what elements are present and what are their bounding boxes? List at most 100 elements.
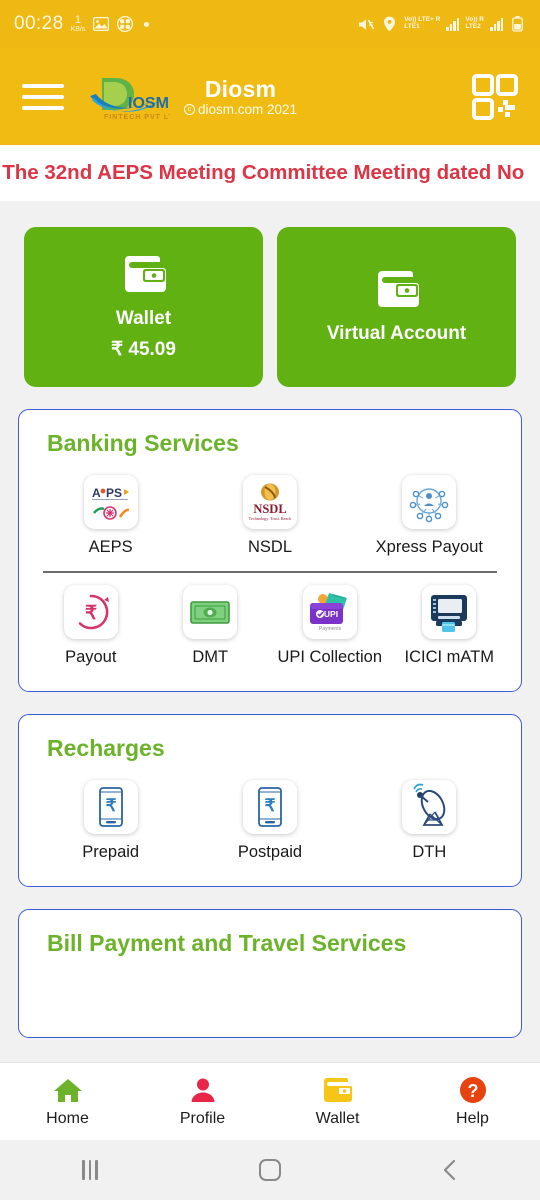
svg-text:₹: ₹ <box>85 603 97 624</box>
wallet-balance: ₹ 45.09 <box>111 338 176 360</box>
hamburger-menu-icon[interactable] <box>22 80 64 114</box>
service-label: UPI Collection <box>277 647 383 666</box>
svg-text:NSDL: NSDL <box>253 502 286 516</box>
upi-wallet-icon: UPI Payments <box>302 584 357 639</box>
app-subtitle-text: diosm.com 2021 <box>198 101 298 117</box>
recents-icon[interactable] <box>0 1160 180 1180</box>
svg-text:₹: ₹ <box>105 796 116 815</box>
svg-text:FINTECH PVT LTD: FINTECH PVT LTD <box>104 114 170 121</box>
service-label: AEPS <box>88 538 133 556</box>
home-circle-icon[interactable] <box>180 1159 360 1181</box>
sim1-label: LTE1 <box>404 23 420 30</box>
service-label: Postpaid <box>237 842 303 861</box>
back-chevron-icon[interactable] <box>360 1158 540 1182</box>
home-icon <box>53 1076 83 1104</box>
section-recharges: Recharges ₹ Prepaid ₹ Postpaid DTH <box>18 713 522 887</box>
page-title: Diosm <box>204 75 277 102</box>
wallet-icon <box>121 254 167 294</box>
wallet-icon <box>323 1076 353 1104</box>
atm-machine-icon <box>422 584 477 639</box>
virtual-account-card[interactable]: Virtual Account <box>277 227 516 387</box>
app-header: IOSM FINTECH PVT LTD Diosm c diosm.com 2… <box>0 48 540 145</box>
svg-text:Payments: Payments <box>319 626 342 632</box>
battery-icon <box>509 16 526 33</box>
service-label: DTH <box>412 842 447 861</box>
brand-area: IOSM FINTECH PVT LTD Diosm c diosm.com 2… <box>88 70 297 124</box>
service-xpress-payout[interactable]: Xpress Payout <box>350 463 509 567</box>
service-payout[interactable]: ₹ Payout <box>31 573 151 677</box>
service-label: Xpress Payout <box>375 538 483 556</box>
service-icici-matm[interactable]: ICICI mATM <box>390 573 510 677</box>
app-subtitle: c diosm.com 2021 <box>184 102 297 118</box>
location-icon <box>381 16 398 33</box>
svg-text:IOSM: IOSM <box>128 95 169 112</box>
app-screen: 00:28 1 KB/s Vo)) LTE+ R LTE1 Vo)) R LTE… <box>0 0 540 1200</box>
nsdl-logo-icon: NSDL Technology. Trust. Reach <box>242 475 297 529</box>
service-prepaid[interactable]: ₹ Prepaid <box>31 768 190 872</box>
sim2-signal-bars-icon <box>490 17 503 31</box>
banking-services-row-1: A PS AEPS NSDL Technology. Trust. Reach … <box>31 463 509 567</box>
main-content: Wallet ₹ 45.09 Virtual Account Banking S… <box>0 201 540 1200</box>
nav-label: Profile <box>179 1109 226 1127</box>
status-bar: 00:28 1 KB/s Vo)) LTE+ R LTE1 Vo)) R LTE… <box>0 0 540 48</box>
satellite-dish-icon <box>402 779 457 834</box>
section-title: Bill Payment and Travel Services <box>47 929 407 956</box>
nav-item-help[interactable]: ? Help <box>405 1076 540 1128</box>
mobile-rupee-icon: ₹ <box>83 779 138 834</box>
svg-text:₹: ₹ <box>265 796 276 815</box>
system-navigation-bar <box>0 1140 540 1200</box>
service-label: ICICI mATM <box>404 647 495 666</box>
diosm-logo-icon: IOSM FINTECH PVT LTD <box>88 70 179 124</box>
question-mark-icon: ? <box>458 1076 488 1104</box>
sim2-network-indicator: Vo)) R LTE2 <box>465 16 484 31</box>
section-title: Banking Services <box>47 430 239 456</box>
qr-scan-icon[interactable] <box>472 73 518 120</box>
mute-icon <box>358 16 375 33</box>
nav-item-home[interactable]: Home <box>0 1076 135 1128</box>
data-speed-indicator: 1 KB/s <box>70 14 86 34</box>
service-nsdl[interactable]: NSDL Technology. Trust. Reach NSDL <box>190 463 349 567</box>
sim1-network-indicator: Vo)) LTE+ R LTE1 <box>404 16 440 31</box>
section-title: Recharges <box>47 734 165 761</box>
service-aeps[interactable]: A PS AEPS <box>31 463 190 567</box>
app-title-block: Diosm c diosm.com 2021 <box>184 76 297 118</box>
svg-text:PS: PS <box>106 486 122 500</box>
service-label: Prepaid <box>82 842 140 861</box>
banking-services-row-2: ₹ Payout DMT UPI Payments UPI Collection… <box>31 573 509 677</box>
mobile-rupee-icon: ₹ <box>242 779 297 834</box>
service-upi-collection[interactable]: UPI Payments UPI Collection <box>270 573 390 677</box>
balance-cards: Wallet ₹ 45.09 Virtual Account <box>0 201 540 387</box>
person-icon <box>188 1076 218 1104</box>
wallet-card-label: Wallet <box>115 307 172 329</box>
wallet-card[interactable]: Wallet ₹ 45.09 <box>24 227 263 387</box>
svg-text:Technology. Trust. Reach: Technology. Trust. Reach <box>249 516 293 521</box>
svg-text:A: A <box>92 486 101 500</box>
status-bar-left: 00:28 1 KB/s <box>14 13 150 35</box>
news-marquee: r, The 32nd AEPS Meeting Committee Meeti… <box>0 145 540 201</box>
copyright-icon: c <box>184 104 195 116</box>
image-icon <box>92 16 109 33</box>
virtual-account-card-label: Virtual Account <box>326 323 467 344</box>
service-dth[interactable]: DTH <box>350 768 509 872</box>
nav-item-profile[interactable]: Profile <box>135 1076 270 1128</box>
dot-icon <box>144 21 150 27</box>
rupee-circle-icon: ₹ <box>63 584 118 639</box>
banknote-icon <box>183 584 238 639</box>
service-dmt[interactable]: DMT <box>151 573 271 677</box>
svg-text:?: ? <box>467 1081 478 1101</box>
nav-item-wallet[interactable]: Wallet <box>270 1076 405 1128</box>
section-bill-payment-travel: Bill Payment and Travel Services <box>18 908 522 1038</box>
svg-text:UPI: UPI <box>324 609 338 619</box>
section-banking-services: Banking Services A PS AEPS NSDL Technolo… <box>18 409 522 692</box>
status-time: 00:28 <box>14 13 64 34</box>
service-postpaid[interactable]: ₹ Postpaid <box>190 768 349 872</box>
wallet-icon <box>374 269 420 309</box>
nav-label: Help <box>456 1109 489 1127</box>
recharges-row-1: ₹ Prepaid ₹ Postpaid DTH <box>31 768 509 872</box>
sim1-signal-bars-icon <box>446 17 460 31</box>
data-speed-value: 1 <box>74 14 81 26</box>
nav-label: Wallet <box>315 1109 360 1127</box>
service-label: NSDL <box>247 538 292 556</box>
data-speed-unit: KB/s <box>70 26 86 33</box>
marquee-text: r, The 32nd AEPS Meeting Committee Meeti… <box>0 161 525 184</box>
